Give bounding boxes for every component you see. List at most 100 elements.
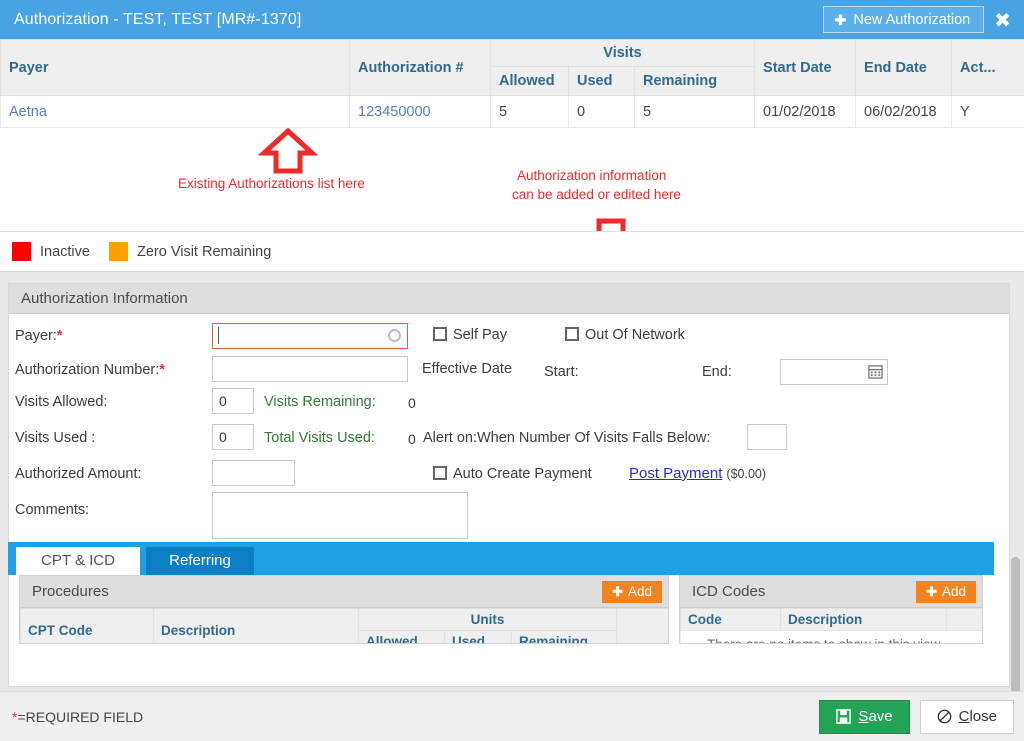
column-header-visits-allowed[interactable]: Allowed (490, 66, 569, 96)
procedures-grid-header: Procedures ✚ Add (20, 576, 668, 608)
table-header-group-row: Payer Authorization # Visits Start Date … (0, 39, 1024, 96)
new-authorization-label: New Authorization (853, 11, 971, 28)
table-empty-row: There are no items to show in this view. (680, 630, 982, 643)
column-header-start-date[interactable]: Start Date (754, 39, 857, 96)
visits-used-input[interactable] (212, 424, 254, 450)
calendar-icon[interactable] (868, 364, 884, 379)
visits-remaining-value: 0 (408, 395, 416, 411)
payer-label: Payer:* (15, 328, 63, 344)
column-header-units-used[interactable]: Used (444, 630, 512, 643)
column-header-units-remaining[interactable]: Remaining (511, 630, 617, 643)
required-field-note: *=REQUIRED FIELD (0, 709, 819, 725)
authorized-amount-label: Authorized Amount: (15, 466, 142, 482)
required-field-text: =REQUIRED FIELD (17, 708, 144, 725)
comments-label: Comments: (15, 502, 90, 518)
close-label: Close (958, 708, 997, 725)
close-button[interactable]: Close (919, 699, 1014, 734)
icd-empty-message: There are no items to show in this view. (680, 630, 982, 643)
cell-visits-remaining: 5 (633, 95, 756, 128)
cell-active: Y (951, 95, 1024, 128)
total-visits-used-value: 0 (408, 431, 416, 447)
icd-title: ICD Codes (692, 583, 766, 600)
cell-visits-allowed: 5 (490, 95, 569, 128)
visits-alert-input[interactable] (747, 424, 787, 450)
tab-referring[interactable]: Referring (146, 547, 254, 575)
circle-lookup-icon[interactable] (388, 329, 401, 342)
visits-allowed-label: Visits Allowed: (15, 394, 108, 410)
add-procedure-label: Add (627, 584, 652, 599)
column-header-authorization-number[interactable]: Authorization # (349, 39, 491, 96)
column-header-description[interactable]: Description (153, 608, 359, 643)
checkbox-icon[interactable] (433, 466, 447, 480)
annotation-right-note-line2: can be added or edited here (512, 187, 681, 202)
start-date-field-wrapper (780, 359, 889, 385)
auto-create-payment-label: Auto Create Payment (453, 466, 592, 482)
column-header-end-date[interactable]: End Date (855, 39, 953, 96)
visits-allowed-input[interactable] (212, 388, 254, 414)
column-header-visits-used[interactable]: Used (568, 66, 635, 96)
add-icd-button[interactable]: ✚ Add (916, 580, 976, 603)
cell-end-date: 06/02/2018 (855, 95, 953, 128)
column-header-visits-group: Visits (489, 39, 756, 67)
table-row[interactable]: Aetna 123450000 5 0 5 01/02/2018 06/02/2… (0, 95, 1024, 128)
procedures-table: CPT Code Description Units Allowed Used … (20, 608, 668, 643)
out-of-network-checkbox[interactable]: Out Of Network (565, 327, 685, 343)
add-procedure-button[interactable]: ✚ Add (602, 580, 662, 603)
save-button[interactable]: Save (819, 699, 910, 734)
authorization-number-label: Authorization Number:* (15, 362, 165, 378)
end-date-label: End: (702, 364, 732, 380)
save-label: Save (858, 708, 893, 725)
column-header-cpt-code[interactable]: CPT Code (20, 608, 154, 643)
authorizations-table: Payer Authorization # Visits Start Date … (0, 39, 1024, 128)
visits-alert-label: Alert on:When Number Of Visits Falls Bel… (423, 430, 711, 446)
prohibition-icon (937, 709, 952, 724)
table-header-group-row: CPT Code Description Units (20, 608, 668, 643)
icd-codes-grid: ICD Codes ✚ Add Code Description There a… (679, 575, 983, 644)
authorizations-grid: Payer Authorization # Visits Start Date … (0, 39, 1024, 135)
visits-used-label: Visits Used : (15, 430, 96, 446)
checkbox-icon[interactable] (433, 327, 447, 341)
post-payment-label[interactable]: Post Payment (629, 465, 722, 482)
column-header-code[interactable]: Code (680, 608, 781, 631)
self-pay-checkbox[interactable]: Self Pay (433, 327, 507, 343)
add-icd-label: Add (941, 584, 966, 599)
comments-textarea[interactable] (212, 492, 468, 539)
effective-date-label: Effective Date (422, 361, 513, 377)
column-header-active[interactable]: Act... (951, 39, 1024, 96)
authorization-information-section: Authorization Information Payer:* Self P… (0, 271, 1024, 741)
total-visits-used-label: Total Visits Used: (264, 430, 375, 446)
column-header-payer[interactable]: Payer (0, 39, 350, 96)
auto-create-payment-checkbox[interactable]: Auto Create Payment (433, 466, 592, 482)
out-of-network-label: Out Of Network (585, 327, 685, 343)
self-pay-label: Self Pay (453, 327, 507, 343)
post-payment-link[interactable]: Post Payment ($0.00) (629, 465, 766, 482)
procedures-grid: Procedures ✚ Add CPT Code Description Un… (19, 575, 669, 644)
annotation-left-note: Existing Authorizations list here (178, 176, 365, 191)
column-header-spacer (946, 608, 982, 631)
icd-grid-header: ICD Codes ✚ Add (680, 576, 982, 608)
column-header-units-group: Units (358, 608, 617, 631)
cell-authorization-number[interactable]: 123450000 (349, 95, 491, 128)
save-disk-icon (836, 709, 852, 724)
column-header-units-allowed[interactable]: Allowed (358, 630, 445, 643)
start-date-label: Start: (544, 364, 579, 380)
tab-cpt-and-icd[interactable]: CPT & ICD (16, 547, 140, 575)
payer-input[interactable] (212, 323, 408, 349)
plus-icon: ✚ (926, 583, 937, 599)
column-header-description[interactable]: Description (780, 608, 947, 631)
zero-visit-legend-label: Zero Visit Remaining (136, 243, 272, 260)
new-authorization-button[interactable]: ✚ New Authorization (822, 6, 985, 33)
checkbox-icon[interactable] (565, 327, 579, 341)
close-x-icon[interactable]: ✖ (994, 10, 1011, 30)
up-arrow-annotation-icon (258, 127, 318, 174)
authorization-number-input[interactable] (212, 356, 408, 382)
cell-payer[interactable]: Aetna (0, 95, 350, 128)
post-payment-amount: ($0.00) (726, 467, 767, 481)
zero-visit-color-swatch (108, 242, 128, 261)
tab-content: Procedures ✚ Add CPT Code Description Un… (8, 575, 994, 644)
required-marker: * (56, 328, 63, 344)
authorized-amount-input[interactable] (212, 460, 295, 486)
column-header-visits-remaining[interactable]: Remaining (633, 66, 756, 96)
authorization-dialog: Authorization - TEST, TEST [MR#-1370] ✚ … (0, 0, 1024, 741)
cell-start-date: 01/02/2018 (754, 95, 857, 128)
